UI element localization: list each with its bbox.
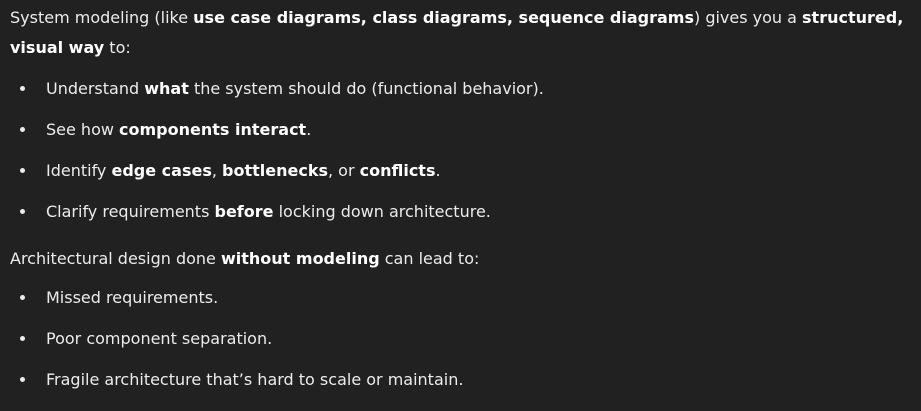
bullet-icon — [20, 168, 25, 173]
text-run: ) gives you a — [693, 8, 803, 27]
intro-line-1: System modeling (like use case diagrams,… — [10, 8, 903, 27]
text-run: Understand — [46, 79, 145, 98]
bold-text: components interact — [119, 120, 307, 139]
intro-line-2: visual way to: — [10, 38, 131, 57]
bold-text: before — [214, 202, 274, 221]
bold-text: conflicts — [359, 161, 436, 180]
bullet-icon — [20, 295, 25, 300]
bullet-icon — [20, 377, 25, 382]
risk-intro-paragraph: Architectural design done without modeli… — [10, 244, 911, 274]
document: System modeling (like use case diagrams,… — [0, 0, 921, 411]
bold-text: use case diagrams, class diagrams, seque… — [193, 8, 694, 27]
bold-text: bottlenecks — [222, 161, 328, 180]
text-run: can lead to: — [379, 249, 480, 268]
list-item: Identify edge cases, bottlenecks, or con… — [10, 150, 911, 191]
list-item: See how components interact. — [10, 109, 911, 150]
list-item-text: Clarify requirements before locking down… — [46, 191, 491, 232]
text-run: to: — [104, 38, 131, 57]
risks-list: Missed requirements. Poor component sepa… — [10, 277, 911, 400]
list-item: Understand what the system should do (fu… — [10, 68, 911, 109]
list-item-text: Identify edge cases, bottlenecks, or con… — [46, 150, 441, 191]
intro-paragraph: System modeling (like use case diagrams,… — [10, 0, 911, 63]
bold-text: without modeling — [220, 249, 380, 268]
bold-text: visual way — [10, 38, 105, 57]
bold-text: structured, — [802, 8, 904, 27]
bullet-icon — [20, 127, 25, 132]
text-run: Fragile architecture that’s hard to scal… — [46, 370, 464, 389]
text-run: Clarify requirements — [46, 202, 215, 221]
list-item-text: Missed requirements. — [46, 277, 218, 318]
text-run: . — [306, 120, 312, 139]
list-item-text: Understand what the system should do (fu… — [46, 68, 544, 109]
bullet-icon — [20, 336, 25, 341]
text-run: Missed requirements. — [46, 288, 219, 307]
benefits-list: Understand what the system should do (fu… — [10, 68, 911, 232]
text-run: Identify — [46, 161, 112, 180]
list-item: Fragile architecture that’s hard to scal… — [10, 359, 911, 400]
bullet-icon — [20, 209, 25, 214]
list-item-text: See how components interact. — [46, 109, 311, 150]
bold-text: what — [144, 79, 189, 98]
text-run: See how — [46, 120, 120, 139]
text-run: locking down architecture. — [273, 202, 491, 221]
list-item: Poor component separation. — [10, 318, 911, 359]
text-run: . — [435, 161, 441, 180]
list-item: Clarify requirements before locking down… — [10, 191, 911, 232]
bold-text: edge cases — [111, 161, 212, 180]
text-run: Architectural design done — [10, 249, 221, 268]
list-item-text: Fragile architecture that’s hard to scal… — [46, 359, 463, 400]
bullet-icon — [20, 86, 25, 91]
text-run: , — [211, 161, 223, 180]
list-item-text: Poor component separation. — [46, 318, 272, 359]
text-run: , or — [327, 161, 360, 180]
list-item: Missed requirements. — [10, 277, 911, 318]
text-run: Poor component separation. — [46, 329, 273, 348]
text-run: the system should do (functional behavio… — [188, 79, 544, 98]
text-run: System modeling (like — [10, 8, 194, 27]
